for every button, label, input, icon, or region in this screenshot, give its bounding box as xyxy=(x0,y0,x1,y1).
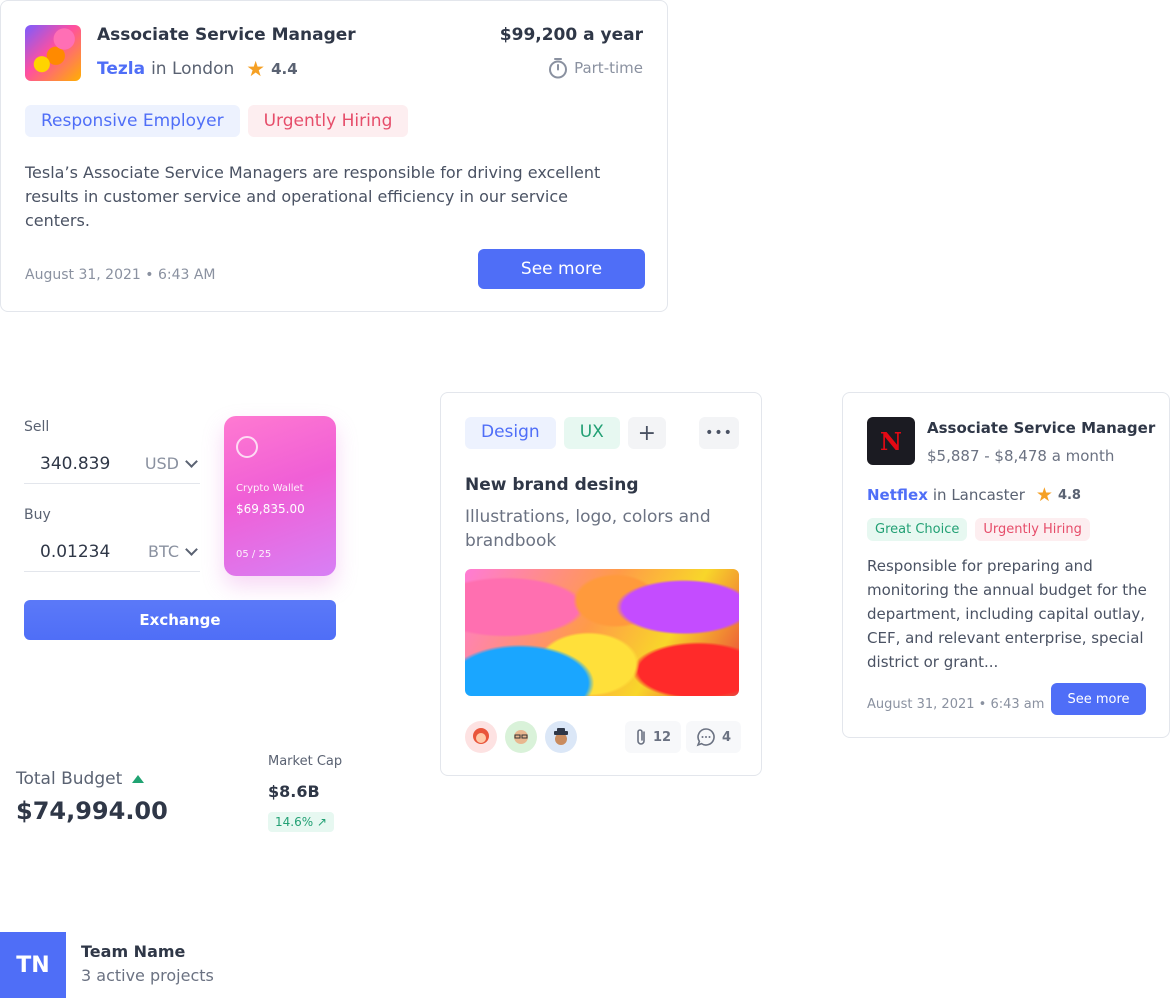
market-cap-label: Market Cap xyxy=(268,754,343,769)
job-location: in London xyxy=(151,59,235,79)
project-title: New brand desing xyxy=(465,475,639,495)
team-projects-count: 3 active projects xyxy=(81,966,214,985)
see-more-button[interactable]: See more xyxy=(1051,683,1146,715)
wallet-name: Crypto Wallet xyxy=(236,483,304,494)
project-card: Design UX + ••• New brand desing Illustr… xyxy=(440,392,762,776)
add-tag-button[interactable]: + xyxy=(627,417,666,449)
wallet-expiry: 05 / 25 xyxy=(236,549,272,560)
exchange-button[interactable]: Exchange xyxy=(24,600,336,640)
chevron-down-icon xyxy=(185,455,198,468)
job-salary: $5,887 - $8,478 a month xyxy=(927,447,1115,465)
job-type-label: Part-time xyxy=(574,59,643,77)
total-budget-label: Total Budget xyxy=(16,769,145,789)
job-card-tezla: Associate Service Manager Tezla in Londo… xyxy=(0,0,668,312)
sell-field[interactable]: 340.839 USD xyxy=(24,444,200,484)
company-rating: 4.4 xyxy=(271,60,298,78)
wallet-logo-icon xyxy=(236,436,258,458)
sell-amount-input[interactable]: 340.839 xyxy=(40,454,110,474)
sell-currency-select[interactable]: USD xyxy=(144,454,198,473)
paperclip-icon xyxy=(637,729,645,745)
buy-field[interactable]: 0.01234 BTC xyxy=(24,532,200,572)
buy-currency-label: BTC xyxy=(148,542,179,561)
tag-list: Great Choice Urgently Hiring xyxy=(867,518,1090,541)
comments-count[interactable]: 4 xyxy=(686,721,742,753)
comment-icon xyxy=(696,728,715,747)
market-cap-value: $8.6B xyxy=(268,782,320,801)
trend-up-icon xyxy=(132,775,145,783)
company-logo-icon xyxy=(25,25,81,81)
company-row: Tezla in London ★ 4.4 xyxy=(97,57,298,81)
tag-ux[interactable]: UX xyxy=(563,417,620,449)
market-cap-change-badge: 14.6% ↗ xyxy=(268,812,334,832)
job-salary: $99,200 a year xyxy=(499,25,643,45)
buy-currency-select[interactable]: BTC xyxy=(148,542,198,561)
avatar-hat[interactable] xyxy=(545,721,577,753)
avatar-red-hair[interactable] xyxy=(465,721,497,753)
avatar-glasses[interactable] xyxy=(505,721,537,753)
wallet-balance: $69,835.00 xyxy=(236,502,305,516)
crypto-wallet-card[interactable]: Crypto Wallet $69,835.00 05 / 25 xyxy=(224,416,336,576)
more-options-icon[interactable]: ••• xyxy=(699,417,739,449)
project-cover-image xyxy=(465,569,739,696)
job-card-netflex: N Associate Service Manager $5,887 - $8,… xyxy=(842,392,1170,738)
total-budget-text: Total Budget xyxy=(16,769,123,789)
tag-list: Responsive Employer Urgently Hiring xyxy=(25,105,409,137)
job-title: Associate Service Manager xyxy=(97,25,356,45)
stopwatch-icon xyxy=(549,58,568,79)
post-date: August 31, 2021 • 6:43 am xyxy=(867,697,1045,712)
job-description: Responsible for preparing and monitoring… xyxy=(867,557,1147,671)
company-rating: 4.8 xyxy=(1057,487,1081,503)
star-icon: ★ xyxy=(246,57,266,81)
project-description: Illustrations, logo, colors and brandboo… xyxy=(465,507,711,551)
member-avatars xyxy=(465,721,577,753)
sell-label: Sell xyxy=(24,419,50,435)
crypto-exchange-widget: Sell 340.839 USD Buy 0.01234 BTC Crypto … xyxy=(24,416,344,646)
company-link[interactable]: Netflex xyxy=(867,486,928,504)
chevron-down-icon xyxy=(185,543,198,556)
sell-currency-label: USD xyxy=(144,454,179,473)
comments-value: 4 xyxy=(722,729,732,745)
tag-responsive-employer[interactable]: Responsive Employer xyxy=(25,105,240,137)
job-type: Part-time xyxy=(548,57,643,79)
buy-amount-input[interactable]: 0.01234 xyxy=(40,542,110,562)
total-budget-value: $74,994.00 xyxy=(16,797,168,825)
attachments-value: 12 xyxy=(653,729,672,745)
netflex-logo-icon: N xyxy=(867,417,915,465)
attachments-count[interactable]: 12 xyxy=(625,721,682,753)
tag-urgently-hiring[interactable]: Urgently Hiring xyxy=(247,105,409,137)
company-link[interactable]: Tezla xyxy=(97,59,145,79)
job-description: Tesla’s Associate Service Managers are r… xyxy=(25,163,601,230)
tag-list: Design UX + xyxy=(465,417,666,449)
see-more-button[interactable]: See more xyxy=(478,249,645,289)
tag-urgently-hiring[interactable]: Urgently Hiring xyxy=(975,518,1090,541)
job-location: in Lancaster xyxy=(932,486,1025,504)
team-name[interactable]: Team Name xyxy=(81,942,185,961)
tag-great-choice[interactable]: Great Choice xyxy=(867,518,968,541)
team-avatar[interactable]: TN xyxy=(0,932,66,998)
buy-label: Buy xyxy=(24,507,51,523)
post-date: August 31, 2021 • 6:43 AM xyxy=(25,267,216,283)
job-title: Associate Service Manager xyxy=(927,419,1156,437)
tag-design[interactable]: Design xyxy=(465,417,556,449)
company-row: Netflex in Lancaster ★ 4.8 xyxy=(867,484,1081,506)
star-icon: ★ xyxy=(1035,484,1053,506)
